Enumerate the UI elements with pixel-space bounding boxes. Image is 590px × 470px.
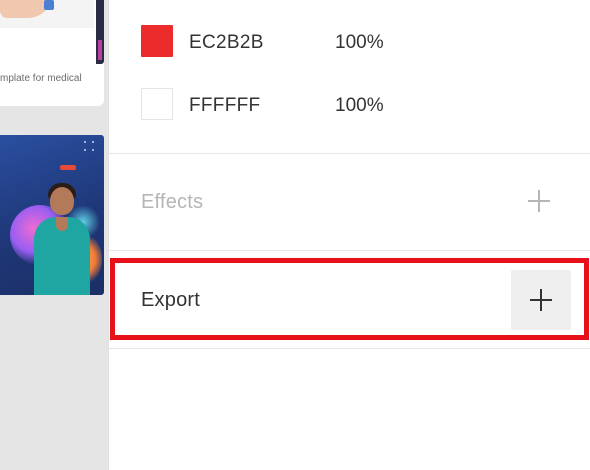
decorative-dots <box>84 141 96 153</box>
fill-hex-value[interactable]: EC2B2B <box>189 32 264 54</box>
add-effect-button[interactable] <box>509 171 569 231</box>
color-swatch[interactable] <box>141 88 173 120</box>
fill-row[interactable]: FFFFFF 100% <box>109 79 590 120</box>
fill-opacity-value[interactable]: 100% <box>335 32 384 54</box>
template-card-caption: mplate for medical <box>0 73 82 84</box>
fill-opacity-value[interactable]: 100% <box>335 95 384 117</box>
fill-hex-value[interactable]: FFFFFF <box>189 95 260 117</box>
thumbnail-illustration-detail <box>44 0 54 10</box>
template-thumbnails-panel: mplate for medical <box>0 0 108 470</box>
thumbnail-button-graphic <box>60 165 76 170</box>
person-figure-head <box>50 187 74 215</box>
app-root: mplate for medical EC2B2B 100% FFFFFF 10… <box>0 0 590 470</box>
section-divider <box>109 250 590 251</box>
person-figure <box>34 217 90 295</box>
template-card-nurse[interactable] <box>0 135 104 295</box>
effects-section-title: Effects <box>141 191 204 213</box>
fill-row[interactable]: EC2B2B 100% <box>109 16 590 57</box>
adjacent-template-card-edge[interactable] <box>96 0 104 64</box>
properties-panel: EC2B2B 100% FFFFFF 100% Effects Export <box>108 0 590 470</box>
color-swatch[interactable] <box>141 25 173 57</box>
export-highlight-box <box>110 258 589 340</box>
section-divider <box>109 348 590 349</box>
section-divider <box>109 153 590 154</box>
template-card-medical[interactable]: mplate for medical <box>0 0 104 106</box>
